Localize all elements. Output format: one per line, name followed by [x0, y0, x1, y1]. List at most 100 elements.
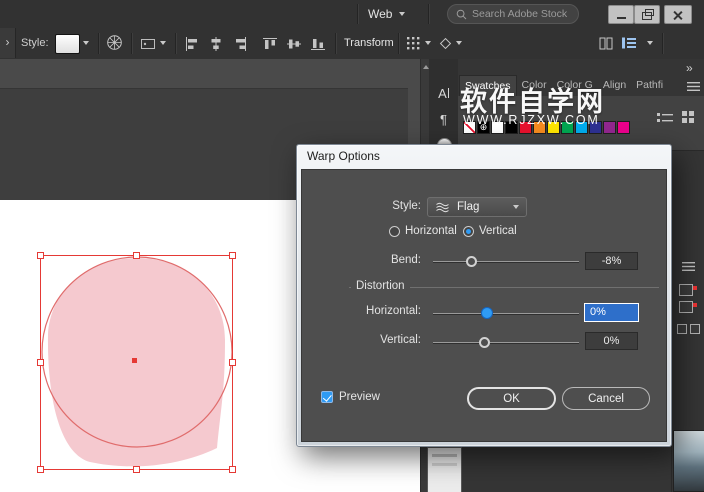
character-panel-icon[interactable]: A [429, 86, 458, 101]
list-view-icon[interactable] [657, 112, 673, 127]
bend-slider-track[interactable] [433, 261, 579, 263]
warp-style-dropdown[interactable]: Flag [427, 197, 527, 217]
swatch-ec008c[interactable] [617, 121, 630, 134]
shape-properties-icon[interactable] [140, 37, 156, 54]
vertical-slider-thumb[interactable] [479, 337, 490, 348]
isolate-dropdown-chevron[interactable] [456, 41, 462, 45]
bend-label: Bend: [341, 254, 421, 266]
vertical-value-field[interactable]: 0% [585, 332, 638, 350]
align-middle-vertical-icon[interactable] [286, 36, 302, 55]
horizontal-slider-thumb[interactable] [481, 307, 493, 319]
style-label: Style: [21, 37, 49, 49]
close-button[interactable] [664, 5, 692, 24]
document-columns-icon[interactable] [599, 37, 613, 53]
scroll-up-icon[interactable] [423, 65, 429, 69]
align-right-icon[interactable] [232, 36, 248, 55]
panel-menu-icon[interactable] [687, 82, 700, 94]
cancel-button[interactable]: Cancel [562, 387, 650, 410]
horizontal-radio[interactable] [389, 226, 400, 237]
align-top-icon[interactable] [262, 36, 278, 55]
workspace-dropdown-chevron[interactable] [647, 41, 653, 45]
style-dropdown-chevron[interactable] [83, 41, 89, 45]
panel-menu-icon-2[interactable] [682, 262, 695, 274]
bend-slider-thumb[interactable] [466, 256, 477, 267]
ok-button[interactable]: OK [467, 387, 556, 410]
warp-style-value: Flag [457, 201, 479, 213]
graphic-style-thumbnail[interactable] [55, 34, 80, 54]
small-panel-icon[interactable] [677, 324, 687, 334]
shape-dropdown-chevron[interactable] [160, 41, 166, 45]
restore-button[interactable] [634, 5, 660, 24]
minimize-button[interactable] [608, 5, 634, 24]
partial-panel-preview [427, 447, 462, 492]
distortion-vertical-label: Vertical: [341, 334, 421, 346]
vertical-radio[interactable] [463, 226, 474, 237]
character-glyph: A [438, 86, 447, 101]
close-icon [673, 10, 683, 20]
recolor-artwork-icon[interactable] [106, 34, 123, 54]
dialog-body: Style: Flag Horizontal Vertical Bend: -8… [301, 169, 667, 442]
swatch-92278f[interactable] [603, 121, 616, 134]
selection-handle[interactable] [134, 253, 140, 259]
panel-thumbnail-image [673, 430, 704, 492]
paragraph-panel-icon[interactable]: ¶ [429, 112, 458, 127]
flag-style-icon [435, 202, 451, 213]
grid-view-icon[interactable] [681, 110, 695, 127]
preview-label[interactable]: Preview [339, 391, 380, 403]
stroke-indicator-icon[interactable] [679, 301, 693, 313]
control-bar: › Style: Transform [0, 28, 704, 60]
selection-handle[interactable] [38, 467, 44, 473]
selection-handle[interactable] [38, 253, 44, 259]
selection-handle[interactable] [230, 360, 236, 366]
collapse-panels-chevrons[interactable]: » [686, 61, 692, 75]
reference-dropdown-chevron[interactable] [425, 41, 431, 45]
web-menu-label: Web [368, 7, 392, 21]
restore-icon [642, 12, 652, 20]
warp-style-label: Style: [341, 200, 421, 212]
selection-handle[interactable] [230, 467, 236, 473]
fill-red-dot [693, 286, 697, 290]
dialog-title: Warp Options [307, 149, 380, 163]
align-left-icon[interactable] [184, 36, 200, 55]
dropdown-chevron-icon [513, 205, 519, 209]
selected-artwork[interactable] [28, 248, 240, 480]
horizontal-radio-label[interactable]: Horizontal [405, 225, 457, 237]
controlbar-separator [175, 33, 176, 54]
search-placeholder: Search Adobe Stock [472, 8, 567, 20]
preview-checkbox[interactable] [321, 391, 333, 403]
align-center-horizontal-icon[interactable] [208, 36, 224, 55]
fill-indicator-icon[interactable] [679, 284, 693, 296]
small-panel-icon-2[interactable] [690, 324, 700, 334]
transform-button[interactable]: Transform [344, 37, 394, 49]
app-titlebar: Web Search Adobe Stock [0, 0, 704, 29]
selection-handle[interactable] [38, 360, 44, 366]
controlbar-separator [335, 33, 336, 54]
double-chevron-icon: » [686, 61, 692, 75]
horizontal-slider-track[interactable] [433, 313, 579, 315]
reference-point-icon[interactable] [407, 37, 420, 53]
minimize-icon [617, 17, 626, 19]
workspace-dock-icon[interactable] [621, 36, 637, 53]
controlbar-separator [662, 33, 663, 54]
bend-value-field[interactable]: -8% [585, 252, 638, 270]
align-bottom-icon[interactable] [310, 36, 326, 55]
panel-tab-pathfi[interactable]: Pathfi [631, 75, 668, 96]
chevron-down-icon [399, 12, 405, 16]
selection-handle[interactable] [134, 467, 140, 473]
vertical-slider-track[interactable] [433, 342, 579, 344]
isolate-selection-icon[interactable] [438, 36, 453, 54]
search-icon [456, 9, 467, 20]
toolbar-expand-button[interactable]: › [0, 28, 16, 58]
shape-center-point[interactable] [132, 358, 137, 363]
paragraph-glyph: ¶ [440, 112, 447, 127]
distortion-horizontal-label: Horizontal: [341, 305, 421, 317]
expand-glyph: › [6, 35, 10, 49]
selection-handle[interactable] [230, 253, 236, 259]
search-adobe-stock-input[interactable]: Search Adobe Stock [447, 4, 579, 24]
titlebar-separator [357, 4, 358, 24]
web-workspace-menu[interactable]: Web [368, 0, 405, 28]
horizontal-value-field[interactable]: 0% [584, 303, 639, 322]
warp-options-dialog: Warp Options Style: Flag Horizontal Vert… [296, 144, 672, 447]
controlbar-separator [98, 33, 99, 54]
vertical-radio-label[interactable]: Vertical [479, 225, 517, 237]
